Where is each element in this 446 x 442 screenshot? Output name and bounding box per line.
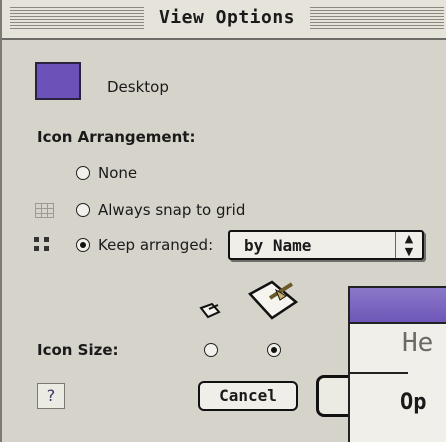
icon-size-small-radio[interactable]	[204, 343, 218, 357]
cancel-button[interactable]: Cancel	[198, 381, 298, 411]
help-button[interactable]: ?	[37, 383, 65, 409]
arrangement-snap-label[interactable]: Always snap to grid	[98, 201, 245, 219]
title-bar-stripes-right	[310, 7, 444, 29]
background-window-title: He	[402, 328, 434, 358]
arrangement-keep-radio[interactable]	[76, 238, 90, 252]
desktop-color-swatch[interactable]	[35, 62, 81, 100]
icon-size-large-radio[interactable]	[267, 343, 281, 357]
icon-size-heading: Icon Size:	[37, 341, 119, 359]
title-bar-stripes-left	[10, 7, 144, 29]
view-options-window: View Options Desktop Icon Arrangement: N…	[0, 0, 446, 442]
arrangement-none-label[interactable]: None	[98, 164, 137, 182]
grid-icon	[35, 203, 54, 218]
arrangement-keep-label[interactable]: Keep arranged:	[98, 236, 213, 254]
icon-arrangement-heading: Icon Arrangement:	[37, 128, 196, 146]
background-window-menu-item[interactable]: Op	[400, 390, 427, 415]
popup-arrows-icon: ▲ ▼	[395, 232, 422, 258]
title-bar[interactable]: View Options	[2, 0, 446, 40]
background-window-divider	[348, 372, 408, 374]
sort-order-popup[interactable]: by Name ▲ ▼	[228, 230, 424, 260]
arrangement-none-radio[interactable]	[76, 166, 90, 180]
desktop-label: Desktop	[107, 78, 169, 96]
small-icon-preview	[199, 302, 221, 319]
background-window-titlebar	[350, 288, 446, 324]
arranged-icon	[34, 237, 56, 253]
arrangement-snap-radio[interactable]	[76, 203, 90, 217]
sort-order-value: by Name	[244, 236, 312, 255]
large-icon-preview	[247, 280, 299, 320]
background-window[interactable]	[348, 286, 446, 442]
window-title: View Options	[158, 7, 296, 28]
